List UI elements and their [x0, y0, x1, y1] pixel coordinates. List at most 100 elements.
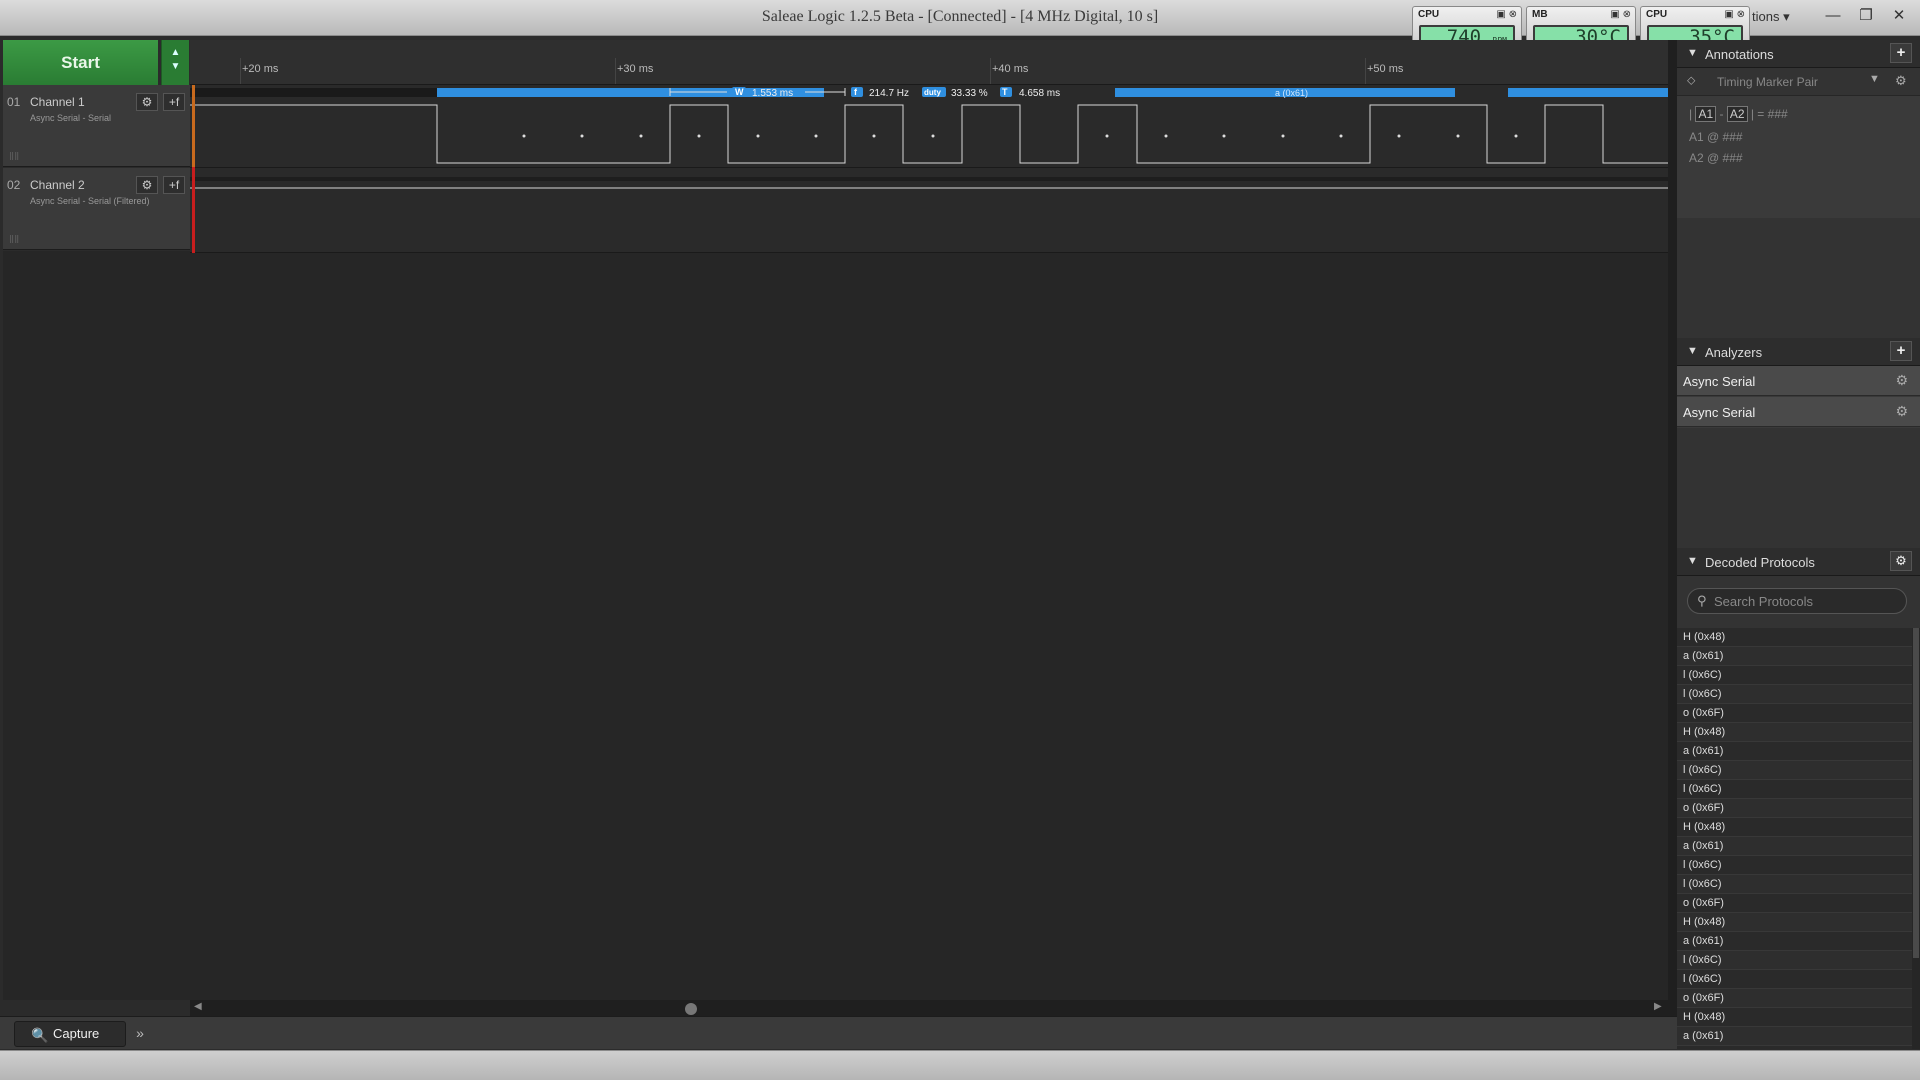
decoded-protocol-row[interactable]: l (0x6C) [1677, 780, 1912, 799]
analyzer-item[interactable]: Async Serial ⚙ [1677, 366, 1920, 396]
protocol-search-box[interactable]: ⚲ [1687, 588, 1907, 614]
decoded-protocol-row[interactable]: a (0x61) [1677, 742, 1912, 761]
annotations-body: ⬦ Timing Marker Pair ▼ ⚙ | A1 - A2 | = #… [1677, 68, 1920, 218]
decoded-protocol-row[interactable]: o (0x6F) [1677, 989, 1912, 1008]
trigger-marker-channel-1 [192, 85, 195, 167]
decoded-protocol-row[interactable]: H (0x48) [1677, 723, 1912, 742]
drag-grip-icon[interactable]: ⣿⣿ [9, 235, 19, 243]
decoded-protocol-row[interactable]: o (0x6F) [1677, 799, 1912, 818]
decoded-protocol-row[interactable]: a (0x61) [1677, 932, 1912, 951]
marker-a2-button[interactable]: A2 [1726, 106, 1748, 122]
analyzer-settings-gear-icon[interactable]: ⚙ [1895, 372, 1908, 389]
collapse-triangle-icon[interactable]: ▼ [1687, 555, 1698, 567]
panel-splitter[interactable] [1668, 40, 1677, 1049]
decoded-protocols-list[interactable]: H (0x48) a (0x61) l (0x6C) l (0x6C) o (0x6F)… [1677, 628, 1912, 1049]
marker-delta-value: = ### [1757, 107, 1788, 121]
channel-settings-gear-icon[interactable]: ⚙ [136, 93, 158, 111]
channel-trigger-icon[interactable]: +f [163, 176, 185, 194]
channel-trigger-icon[interactable]: +f [163, 93, 185, 111]
tick-label: +50 ms [1367, 63, 1404, 75]
add-annotation-button[interactable]: + [1890, 43, 1912, 63]
marker-settings-gear-icon[interactable]: ⚙ [1895, 73, 1907, 89]
scroll-right-icon[interactable]: ▶ [1654, 1001, 1662, 1012]
annotations-empty [1677, 218, 1920, 338]
decoded-protocol-row[interactable]: o (0x6F) [1677, 704, 1912, 723]
channel-list-empty [3, 251, 190, 1000]
waveform-view[interactable]: a (0x61) W 1.553 ms f 214.7 Hz duty 33.3… [190, 85, 1668, 1000]
sample-dot [1397, 134, 1401, 138]
collapse-triangle-icon[interactable]: ▼ [1687, 345, 1698, 357]
analyzer-settings-gear-icon[interactable]: ⚙ [1895, 403, 1908, 420]
start-options-arrows[interactable]: ▲ ▼ [161, 40, 189, 85]
decoded-protocol-row[interactable]: l (0x6C) [1677, 761, 1912, 780]
decoded-protocols-header[interactable]: ▼ Decoded Protocols ⚙ [1677, 548, 1920, 576]
sample-dot [697, 134, 701, 138]
close-button[interactable]: ✕ [1886, 5, 1912, 27]
decoded-scroll-thumb[interactable] [1913, 628, 1919, 958]
tick-line [990, 58, 991, 84]
status-bar [0, 1050, 1920, 1080]
marker-a1-button[interactable]: A1 [1695, 106, 1717, 122]
minimize-button[interactable]: — [1820, 5, 1846, 27]
decoded-protocol-row[interactable]: a (0x61) [1677, 837, 1912, 856]
more-tabs-button[interactable]: » [128, 1021, 152, 1047]
arrow-down-icon[interactable]: ▼ [162, 60, 189, 74]
decoded-protocol-row[interactable]: l (0x6C) [1677, 970, 1912, 989]
decoded-protocol-row[interactable]: l (0x6C) [1677, 1046, 1912, 1049]
timing-marker-row[interactable]: ⬦ Timing Marker Pair ▼ ⚙ [1677, 68, 1920, 96]
widget-controls-icon[interactable]: ▣ ⊗ [1496, 9, 1517, 20]
scroll-left-icon[interactable]: ◀ [194, 1001, 202, 1012]
decoded-settings-gear-icon[interactable]: ⚙ [1890, 551, 1912, 571]
analyzers-header[interactable]: ▼ Analyzers + [1677, 338, 1920, 366]
collapse-triangle-icon[interactable]: ▼ [1687, 47, 1698, 59]
decoded-protocol-row[interactable]: H (0x48) [1677, 818, 1912, 837]
channel-name[interactable]: Channel 2 [30, 178, 85, 192]
timeline-scrollbar[interactable]: ◀ ▶ [190, 1000, 1668, 1016]
decoded-protocol-row[interactable]: a (0x61) [1677, 1027, 1912, 1046]
decoded-protocol-row[interactable]: o (0x6F) [1677, 894, 1912, 913]
decoded-list-scrollbar[interactable] [1912, 628, 1920, 1049]
channel-number: 01 [7, 95, 21, 109]
widget-controls-icon[interactable]: ▣ ⊗ [1724, 9, 1745, 20]
channel-1-header[interactable]: 01 Channel 1 Async Serial - Serial ⚙ +f … [3, 85, 190, 167]
drag-grip-icon[interactable]: ⣿⣿ [9, 152, 19, 160]
marker-delta-line: | A1 - A2 | = ### [1689, 106, 1788, 122]
scroll-thumb[interactable] [685, 1003, 697, 1015]
annotations-header[interactable]: ▼ Annotations + [1677, 40, 1920, 68]
capture-tab[interactable]: 🔍 Capture [14, 1021, 126, 1047]
duty-tag: duty [924, 88, 941, 97]
decoded-protocol-row[interactable]: H (0x48) [1677, 1008, 1912, 1027]
dropdown-triangle-icon[interactable]: ▼ [1869, 73, 1880, 85]
saleae-logic-window: Saleae Logic 1.2.5 Beta - [Connected] - … [0, 0, 1920, 1080]
widget-controls-icon[interactable]: ▣ ⊗ [1610, 9, 1631, 20]
decoded-protocol-row[interactable]: a (0x61) [1677, 647, 1912, 666]
channel-1-lane [190, 85, 1668, 167]
decoded-protocol-row[interactable]: H (0x48) [1677, 628, 1912, 647]
decoded-protocol-row[interactable]: l (0x6C) [1677, 875, 1912, 894]
analyzer-name: Async Serial [1683, 405, 1756, 420]
freq-tag-icon [851, 87, 863, 97]
channel-2-header[interactable]: 02 Channel 2 Async Serial - Serial (Filt… [3, 168, 190, 250]
sample-dot [814, 134, 818, 138]
search-icon: ⚲ [1697, 593, 1707, 608]
decoded-protocol-row[interactable]: l (0x6C) [1677, 685, 1912, 704]
tick-label: +40 ms [992, 63, 1029, 75]
decoded-protocol-row[interactable]: l (0x6C) [1677, 666, 1912, 685]
restore-button[interactable]: ❐ [1853, 5, 1879, 27]
start-button[interactable]: Start [3, 40, 158, 85]
decoded-protocol-row[interactable]: l (0x6C) [1677, 856, 1912, 875]
decoded-frame-bar[interactable] [1508, 88, 1668, 97]
channel-analyzer-label: Async Serial - Serial [30, 113, 112, 123]
search-protocols-input[interactable] [1714, 592, 1899, 610]
sample-dot [1105, 134, 1109, 138]
channel-name[interactable]: Channel 1 [30, 95, 85, 109]
add-analyzer-button[interactable]: + [1890, 341, 1912, 361]
analyzer-item[interactable]: Async Serial ⚙ [1677, 397, 1920, 427]
decoded-protocol-row[interactable]: H (0x48) [1677, 913, 1912, 932]
arrow-up-icon[interactable]: ▲ [162, 46, 189, 60]
time-ruler[interactable]: +20 ms +30 ms +40 ms +50 ms [190, 40, 1668, 85]
channel-settings-gear-icon[interactable]: ⚙ [136, 176, 158, 194]
decoded-protocol-row[interactable]: l (0x6C) [1677, 951, 1912, 970]
tick-label: +30 ms [617, 63, 654, 75]
options-menu[interactable]: tions ▾ [1752, 9, 1790, 25]
